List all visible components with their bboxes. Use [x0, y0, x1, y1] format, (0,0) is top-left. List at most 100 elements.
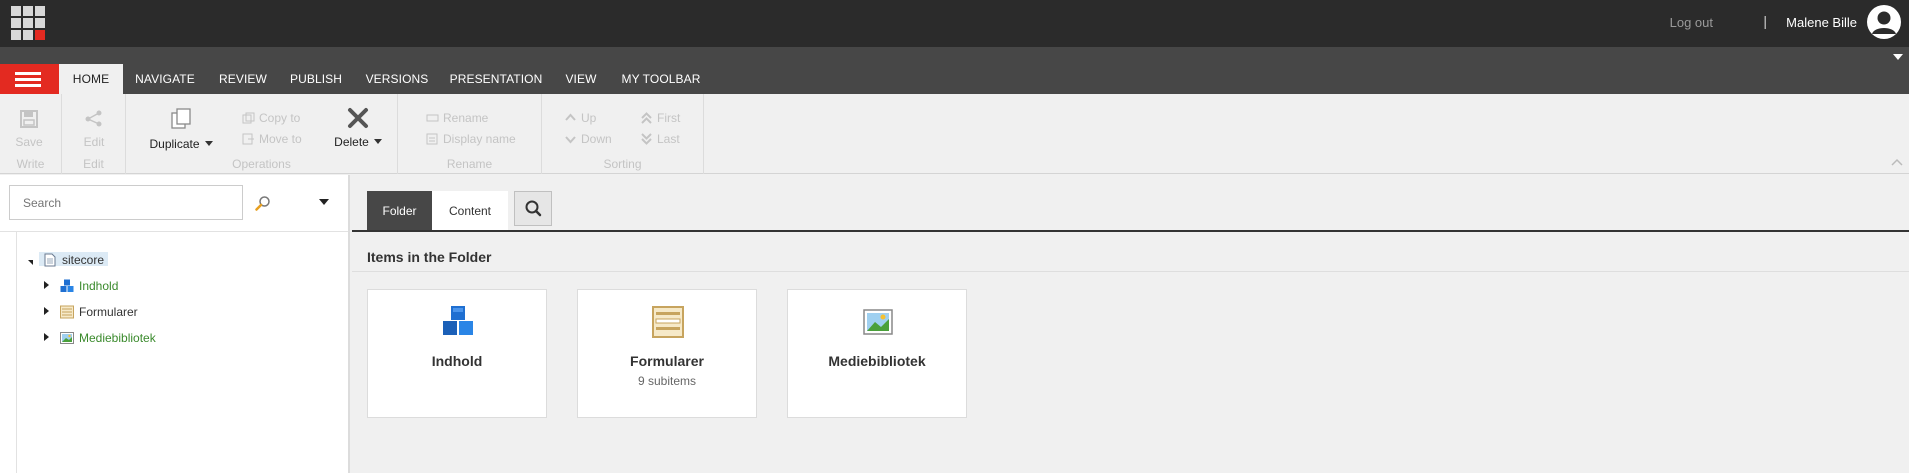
tree-node-label: sitecore — [62, 252, 105, 267]
double-chevron-up-icon — [640, 112, 653, 124]
divider — [352, 271, 1909, 272]
header-separator: | — [1763, 13, 1767, 29]
tree-gutter — [16, 232, 17, 473]
expand-arrow-icon[interactable] — [44, 281, 49, 289]
move-icon — [242, 133, 255, 145]
content-tree-pane: sitecore Indhold Formularer Mediebibliot… — [0, 175, 350, 473]
group-label-edit: Edit — [83, 157, 104, 171]
sort-down-button[interactable]: Down — [564, 132, 612, 146]
global-header: Log out | Malene Bille — [0, 0, 1909, 47]
tree-node-mediebibliotek[interactable]: Mediebibliotek — [60, 327, 156, 347]
image-icon — [860, 304, 896, 340]
save-label: Save — [15, 135, 43, 149]
rename-button[interactable]: Rename — [426, 111, 488, 125]
app-launcher-icon[interactable] — [11, 6, 45, 40]
folder-item-card[interactable]: Formularer 9 subitems — [577, 289, 757, 418]
tree-node-sitecore[interactable]: sitecore — [39, 249, 109, 269]
document-icon — [43, 253, 57, 267]
ribbon-tab-navigate[interactable]: NAVIGATE — [125, 64, 205, 94]
form-icon — [60, 305, 74, 319]
copy-to-label: Copy to — [259, 111, 301, 125]
double-chevron-down-icon — [640, 133, 653, 145]
duplicate-label: Duplicate — [149, 137, 200, 151]
ribbon-group-rename: Rename Display name Rename — [398, 94, 542, 174]
search-icon — [525, 200, 542, 217]
tree-node-label: Indhold — [79, 278, 119, 293]
move-to-label: Move to — [259, 132, 302, 146]
menu-hamburger-icon[interactable] — [0, 64, 59, 94]
search-icon[interactable] — [255, 195, 271, 211]
search-button[interactable] — [514, 191, 552, 226]
ribbon-group-sorting: Up Down First Last Sorting — [542, 94, 704, 174]
ribbon-panel: Save Write Edit Edit Duplicate Copy to M… — [0, 94, 1909, 174]
delete-button[interactable]: Delete — [330, 107, 386, 149]
chevron-up-icon — [564, 112, 577, 124]
ribbon-tab-versions[interactable]: VERSIONS — [358, 64, 436, 94]
caret-down-icon — [373, 139, 382, 144]
rename-icon — [426, 112, 439, 124]
chevron-down-icon[interactable] — [1893, 54, 1903, 60]
expand-arrow-icon[interactable] — [44, 307, 49, 315]
username[interactable]: Malene Bille — [1786, 15, 1857, 30]
display-name-button[interactable]: Display name — [426, 132, 516, 146]
ribbon-group-write: Save Write — [0, 94, 62, 174]
sort-up-label: Up — [581, 111, 597, 125]
image-icon — [60, 331, 74, 345]
tree-node-formularer[interactable]: Formularer — [60, 301, 138, 321]
group-label-operations: Operations — [232, 157, 291, 171]
card-title: Indhold — [431, 353, 483, 369]
edit-label: Edit — [83, 135, 105, 149]
delete-label: Delete — [334, 135, 369, 149]
cubes-icon — [60, 279, 74, 293]
group-label-write: Write — [16, 157, 45, 171]
user-avatar-icon[interactable] — [1867, 5, 1901, 39]
ribbon-group-operations: Duplicate Copy to Move to Delete Operati… — [126, 94, 398, 174]
sort-up-button[interactable]: Up — [564, 111, 596, 125]
ribbon-tab-my-toolbar[interactable]: MY TOOLBAR — [614, 64, 708, 94]
section-title: Items in the Folder — [367, 249, 492, 265]
delete-x-icon — [348, 108, 368, 128]
sort-last-button[interactable]: Last — [640, 132, 680, 146]
search-input[interactable] — [9, 185, 243, 220]
sort-first-label: First — [657, 111, 681, 125]
ribbon-tab-publish[interactable]: PUBLISH — [282, 64, 350, 94]
search-options-dropdown-icon[interactable] — [319, 199, 329, 205]
duplicate-button[interactable]: Duplicate — [146, 107, 216, 151]
caret-down-icon — [204, 141, 213, 146]
ribbon-group-edit: Edit Edit — [62, 94, 126, 174]
edit-button[interactable]: Edit — [78, 109, 110, 149]
card-subtitle: 9 subitems — [637, 374, 697, 388]
move-to-button[interactable]: Move to — [242, 132, 302, 146]
expand-arrow-icon[interactable] — [44, 333, 49, 341]
group-label-sorting: Sorting — [603, 157, 642, 171]
save-icon — [20, 110, 38, 128]
sort-down-label: Down — [581, 132, 612, 146]
share-icon — [85, 110, 102, 127]
ribbon-tab-review[interactable]: REVIEW — [210, 64, 276, 94]
chevron-down-icon — [564, 133, 577, 145]
folder-item-card[interactable]: Mediebibliotek — [787, 289, 967, 418]
rename-label: Rename — [443, 111, 489, 125]
cubes-icon — [440, 304, 476, 340]
copy-to-button[interactable]: Copy to — [242, 111, 300, 125]
tab-content[interactable]: Content — [432, 191, 508, 231]
tab-folder[interactable]: Folder — [367, 191, 432, 231]
display-name-label: Display name — [443, 132, 516, 146]
divider — [0, 231, 348, 232]
form-icon — [650, 304, 686, 340]
collapse-arrow-icon[interactable] — [28, 260, 33, 265]
logout-link[interactable]: Log out — [1670, 15, 1713, 30]
ribbon-tab-presentation[interactable]: PRESENTATION — [444, 64, 548, 94]
ribbon-tab-home[interactable]: HOME — [59, 64, 123, 94]
ribbon-collapse-icon[interactable] — [1891, 155, 1903, 169]
card-title: Mediebibliotek — [828, 353, 926, 369]
sort-last-label: Last — [657, 132, 680, 146]
tree-node-label: Formularer — [79, 304, 138, 319]
tree-node-indhold[interactable]: Indhold — [60, 275, 118, 295]
save-button[interactable]: Save — [14, 109, 44, 149]
ribbon-tab-view[interactable]: VIEW — [558, 64, 604, 94]
copy-icon — [242, 112, 255, 124]
tree-node-label: Mediebibliotek — [79, 330, 156, 345]
folder-item-card[interactable]: Indhold — [367, 289, 547, 418]
sort-first-button[interactable]: First — [640, 111, 680, 125]
